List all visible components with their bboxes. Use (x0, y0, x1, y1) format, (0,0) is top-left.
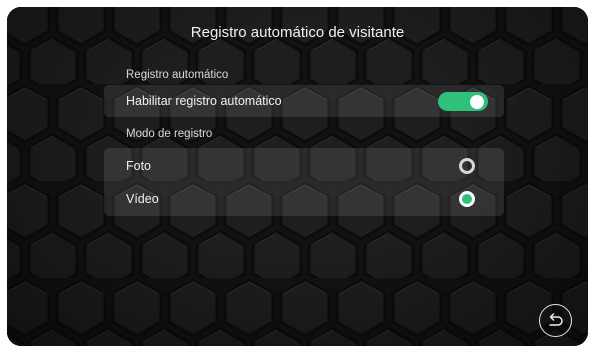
toggle-knob (470, 94, 484, 109)
enable-auto-register-row[interactable]: Habilitar registro automático (104, 85, 504, 117)
radio-selected-dot (462, 194, 472, 204)
enable-auto-register-toggle[interactable] (438, 92, 488, 111)
register-mode-panel: Foto Vídeo (104, 148, 504, 216)
mode-option-video[interactable]: Vídeo (104, 183, 504, 215)
photo-radio-button[interactable] (459, 158, 475, 174)
auto-register-section-label: Registro automático (126, 69, 229, 81)
mode-option-photo-label: Foto (126, 159, 152, 173)
back-arrow-icon (549, 313, 563, 326)
back-button[interactable] (539, 304, 572, 337)
page-title: Registro automático de visitante (190, 24, 405, 41)
mode-option-photo[interactable]: Foto (104, 150, 504, 182)
auto-register-panel: Habilitar registro automático (104, 85, 504, 117)
mode-option-video-label: Vídeo (126, 192, 159, 206)
enable-auto-register-label: Habilitar registro automático (126, 94, 282, 108)
register-mode-section-label: Modo de registro (126, 128, 213, 140)
video-radio-button[interactable] (459, 191, 475, 207)
settings-screen: Registro automático de visitante Registr… (7, 7, 588, 346)
